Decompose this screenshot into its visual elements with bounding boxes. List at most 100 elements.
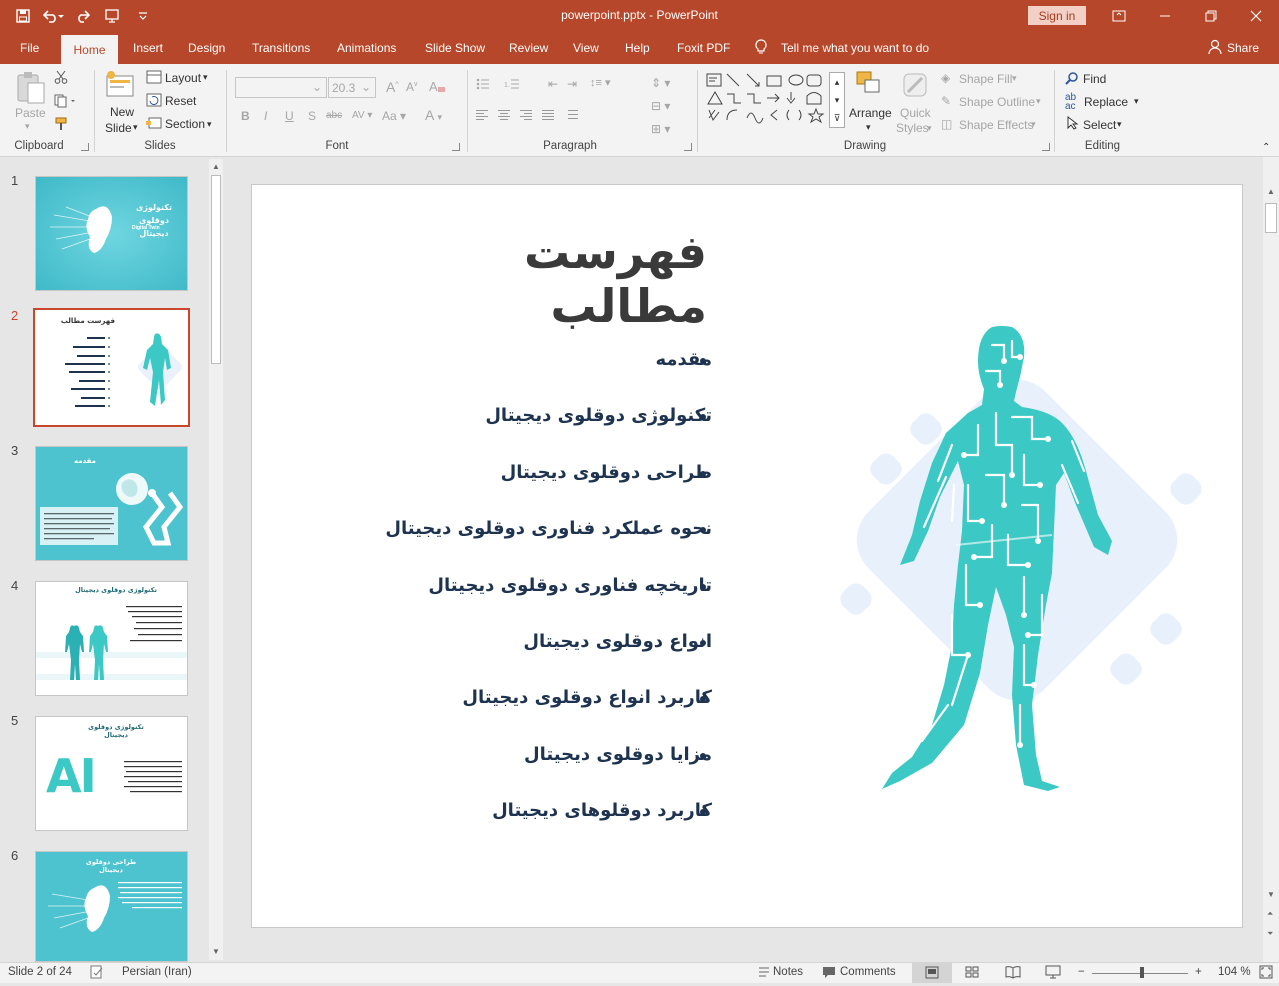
arrange-button[interactable]: Arrange [849,106,892,120]
tab-file[interactable]: File [20,41,39,55]
shape-fill-button[interactable]: Shape Fill [959,72,1012,86]
shape-effects-button[interactable]: Shape Effects [959,118,1034,132]
editor-scrollbar[interactable]: ▲ ▼ ⏶ ⏷ [1263,157,1279,962]
align-text-icon[interactable]: ⊟ ▾ [651,99,670,113]
replace-icon[interactable]: ab ac [1065,93,1076,112]
select-dropdown-icon[interactable]: ▾ [1117,119,1122,130]
reset-button[interactable]: Reset [165,94,196,108]
toc-item[interactable]: تاریخچه فناوری دوقلوی دیجیتال [372,575,712,596]
collapse-ribbon-icon[interactable]: ⌃ [1262,142,1270,153]
paste-dropdown-icon[interactable]: ▾ [25,121,30,132]
restore-icon[interactable] [1188,2,1234,30]
shape-outline-dropdown-icon[interactable]: ▾ [1036,96,1041,107]
layout-icon[interactable] [146,70,162,87]
shape-effects-dropdown-icon[interactable]: ▾ [1031,119,1036,130]
share-button[interactable]: Share [1227,41,1259,55]
toc-item[interactable]: تکنولوژی دوقلوی دیجیتال [372,405,712,426]
toc-item[interactable]: مزایا دوقلوی دیجیتال [372,744,712,765]
toc-item[interactable]: مقدمه [372,349,712,370]
new-slide-button[interactable]: New [110,105,134,119]
notes-button[interactable]: Notes [773,966,803,978]
tab-design[interactable]: Design [188,41,225,55]
toc-item[interactable]: کاربرد انواع دوقلوی دیجیتال [372,687,712,708]
font-name-input[interactable]: ⌄ [235,77,327,98]
tab-help[interactable]: Help [625,41,650,55]
align-icons[interactable] [476,109,596,124]
new-slide-dropdown-icon[interactable]: ▾ [133,122,138,133]
clear-formatting-icon[interactable]: A [428,78,446,97]
increase-indent-icon[interactable]: ⇥ [567,77,577,91]
shape-fill-dropdown-icon[interactable]: ▾ [1012,73,1017,84]
zoom-in-icon[interactable]: + [1195,966,1202,978]
font-name-dropdown-icon[interactable]: ⌄ [312,80,322,94]
thumbnail-slide-1[interactable]: تکنولوژی دوقلوی دیجیتال Digital Twin [35,176,188,291]
underline-icon[interactable]: U [285,109,294,123]
shapes-gallery[interactable]: ▴ ▾ ⊽ [705,72,845,134]
quick-styles-icon[interactable] [900,70,932,103]
scroll-down-icon[interactable]: ▼ [212,947,220,956]
slide-sorter-icon[interactable] [965,965,979,982]
select-button[interactable]: Select [1083,118,1116,132]
bullets-icon[interactable]: 1. [476,78,536,93]
thumbnail-slide-2[interactable]: فهرست مطالب [33,308,190,427]
zoom-level[interactable]: 104 % [1218,966,1251,978]
thumbnail-slide-5[interactable]: تکنولوژی دوقلوی دیجیتال AI [35,716,188,831]
bold-icon[interactable]: B [241,109,250,123]
tab-home[interactable]: Home [61,35,118,64]
shadow-icon[interactable]: S [308,109,316,123]
tab-review[interactable]: Review [509,41,548,55]
tab-transitions[interactable]: Transitions [252,41,310,55]
thumbnail-scrollbar[interactable]: ▲ ▼ [209,159,223,960]
slide-title[interactable]: فهرست مطالب [447,225,708,333]
thumbnail-scroll-thumb[interactable] [211,175,221,364]
zoom-slider-thumb[interactable] [1139,967,1144,978]
shape-outline-icon[interactable]: ✎ [941,94,951,108]
decrease-indent-icon[interactable]: ⇤ [548,77,558,91]
reading-view-icon[interactable] [1005,965,1021,982]
new-slide-icon[interactable] [105,70,137,103]
clipboard-dialog-launcher[interactable] [81,143,89,151]
shrink-font-icon[interactable]: Av [406,80,418,94]
paste-button[interactable]: Paste [15,106,46,120]
arrange-dropdown-icon[interactable]: ▾ [866,122,871,133]
format-painter-icon[interactable] [54,116,70,135]
scroll-up-icon[interactable]: ▲ [212,162,220,171]
italic-icon[interactable]: I [264,109,267,123]
ribbon-display-options-icon[interactable] [1096,2,1142,30]
reset-icon[interactable] [146,93,162,110]
notes-icon[interactable] [757,965,771,982]
thumbnail-slide-4[interactable]: تکنولوژی دوقلوی دیجیتال [35,581,188,696]
sign-in-button[interactable]: Sign in [1028,6,1086,25]
thumbnail-slide-3[interactable]: مقدمه [35,446,188,561]
current-slide[interactable]: فهرست مطالب مقدمه تکنولوژی دوقلوی دیجیتا… [251,184,1243,928]
character-spacing-icon[interactable]: AV ▾ [352,110,372,121]
find-icon[interactable] [1065,71,1079,88]
shape-outline-button[interactable]: Shape Outline [959,95,1035,109]
select-icon[interactable] [1066,115,1079,133]
section-dropdown-icon[interactable]: ▾ [207,119,212,130]
section-button[interactable]: Section [165,117,205,131]
copy-icon[interactable] [54,94,76,111]
spell-check-icon[interactable] [90,965,104,982]
font-size-input[interactable]: 20.3 ⌄ [328,77,376,98]
shape-effects-icon[interactable]: ◫ [941,117,952,131]
layout-dropdown-icon[interactable]: ▾ [203,72,208,83]
thumbnail-slide-6[interactable]: طراحی دوقلوی دیجیتال [35,851,188,962]
shapes-scroll[interactable]: ▴ ▾ ⊽ [829,72,845,128]
toc-item[interactable]: انواع دوقلوی دیجیتال [372,631,712,652]
paste-icon[interactable] [14,70,46,109]
shape-fill-icon[interactable]: ◈ [941,71,950,85]
quick-styles-dropdown-icon[interactable]: ▾ [927,123,932,134]
font-size-dropdown-icon[interactable]: ⌄ [361,80,371,94]
tab-insert[interactable]: Insert [133,41,163,55]
tab-slide-show[interactable]: Slide Show [425,41,485,55]
drawing-dialog-launcher[interactable] [1042,143,1050,151]
comments-icon[interactable] [822,965,836,982]
tell-me-search[interactable]: Tell me what you want to do [781,41,929,55]
paragraph-dialog-launcher[interactable] [684,143,692,151]
normal-view-button[interactable] [912,963,952,983]
replace-button[interactable]: Replace [1084,95,1128,109]
next-slide-icon[interactable]: ⏷ [1267,929,1273,939]
tab-foxit-pdf[interactable]: Foxit PDF [677,41,730,55]
fit-to-window-icon[interactable] [1259,965,1273,982]
